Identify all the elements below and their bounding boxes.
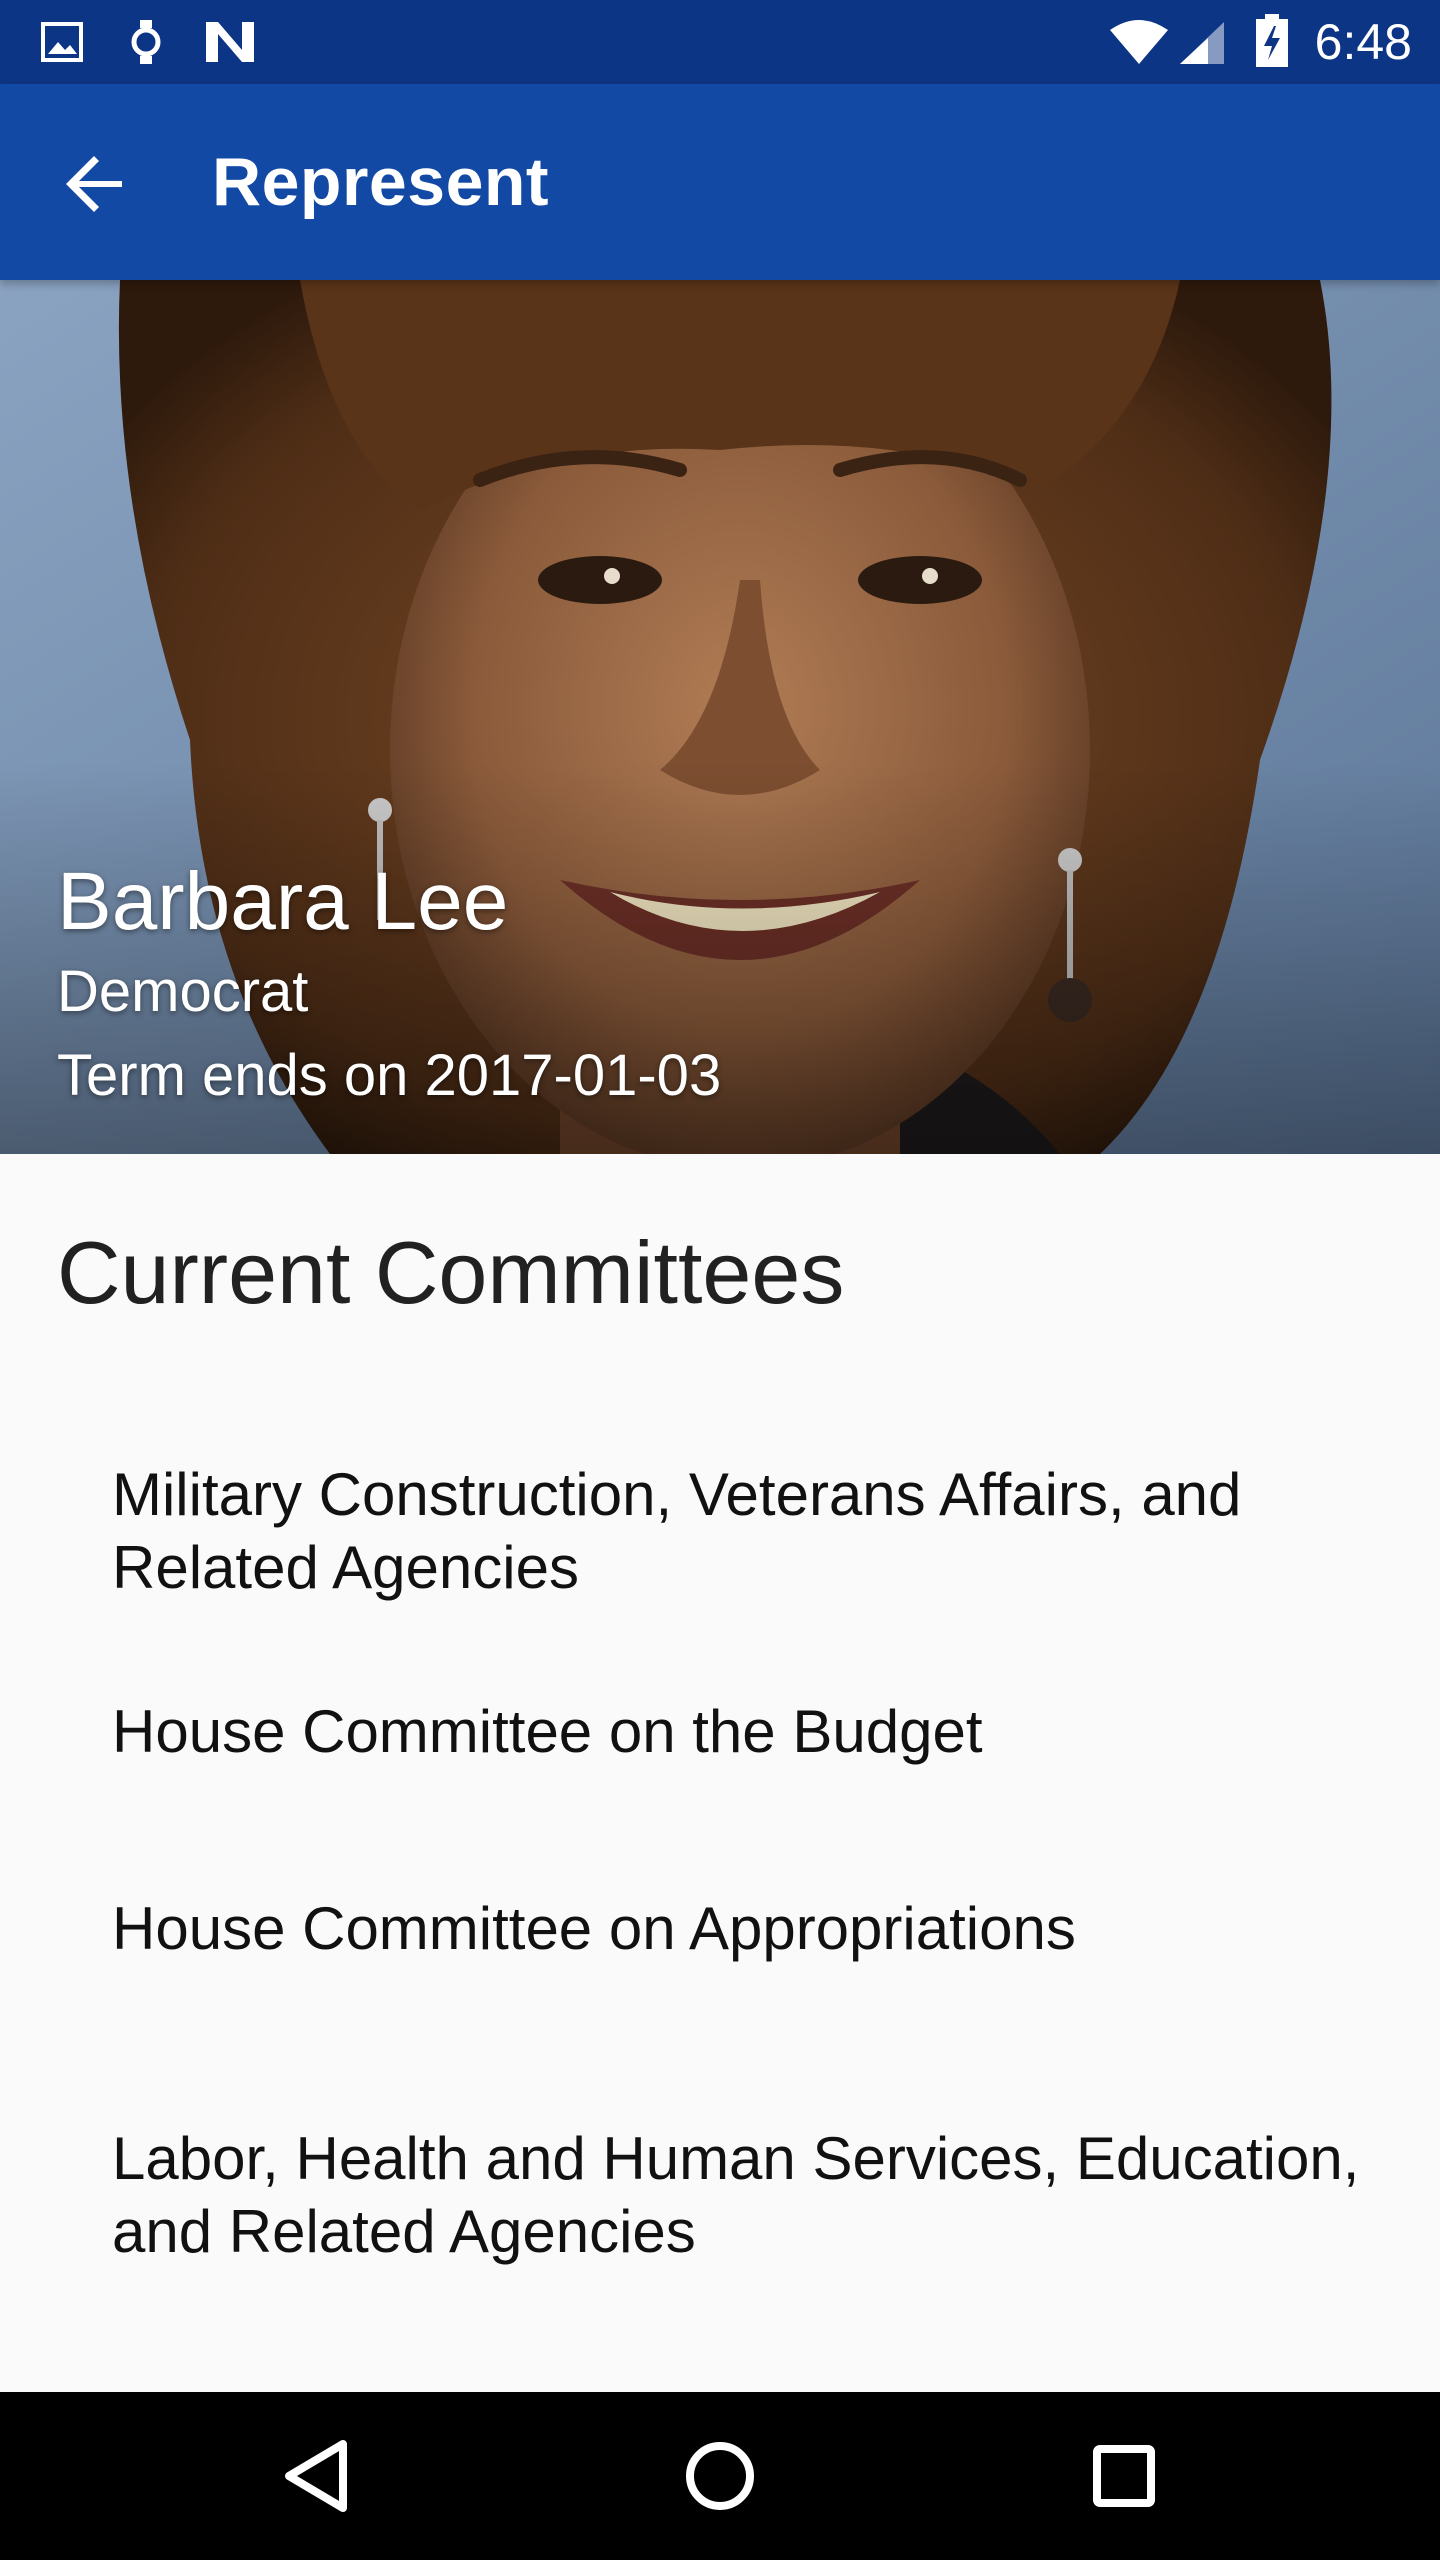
screen: 6:48 Represent Barbara Lee Democrat Term…: [0, 0, 1440, 2560]
arrow-back-icon: [66, 156, 122, 212]
list-item[interactable]: Military Construction, Veterans Affairs,…: [112, 1458, 1372, 1604]
representative-name: Barbara Lee: [57, 856, 509, 947]
back-button[interactable]: [48, 136, 144, 232]
nav-recents-button[interactable]: [1074, 2426, 1174, 2526]
app-title: Represent: [212, 144, 550, 220]
profile-photo: Barbara Lee Democrat Term ends on 2017-0…: [0, 280, 1440, 1154]
list-item[interactable]: Labor, Health and Human Services, Educat…: [112, 2122, 1372, 2268]
list-item[interactable]: House Committee on Appropriations: [112, 1892, 1372, 1965]
n-app-icon: [206, 22, 254, 62]
status-bar: 6:48: [0, 0, 1440, 84]
committees-heading: Current Committees: [57, 1223, 845, 1322]
navigation-bar: [0, 2392, 1440, 2560]
battery-charging-icon: [1256, 14, 1288, 67]
recents-square-icon: [1093, 2445, 1155, 2507]
nav-home-button[interactable]: [670, 2426, 770, 2526]
term-end-label: Term ends on 2017-01-03: [57, 1043, 722, 1108]
list-item[interactable]: House Committee on the Budget: [112, 1695, 1372, 1768]
profile-info: Barbara Lee Democrat Term ends on 2017-0…: [57, 854, 721, 1118]
party-label: Democrat: [57, 959, 309, 1024]
back-triangle-icon: [285, 2440, 347, 2512]
app-bar: Represent: [0, 84, 1440, 280]
wifi-icon: [1110, 20, 1168, 64]
home-circle-icon: [686, 2442, 754, 2510]
cell-signal-icon: [1180, 22, 1224, 64]
watch-icon: [131, 20, 161, 64]
status-time: 6:48: [1314, 14, 1412, 70]
image-notification-icon: [41, 22, 83, 62]
nav-back-button[interactable]: [266, 2426, 366, 2526]
